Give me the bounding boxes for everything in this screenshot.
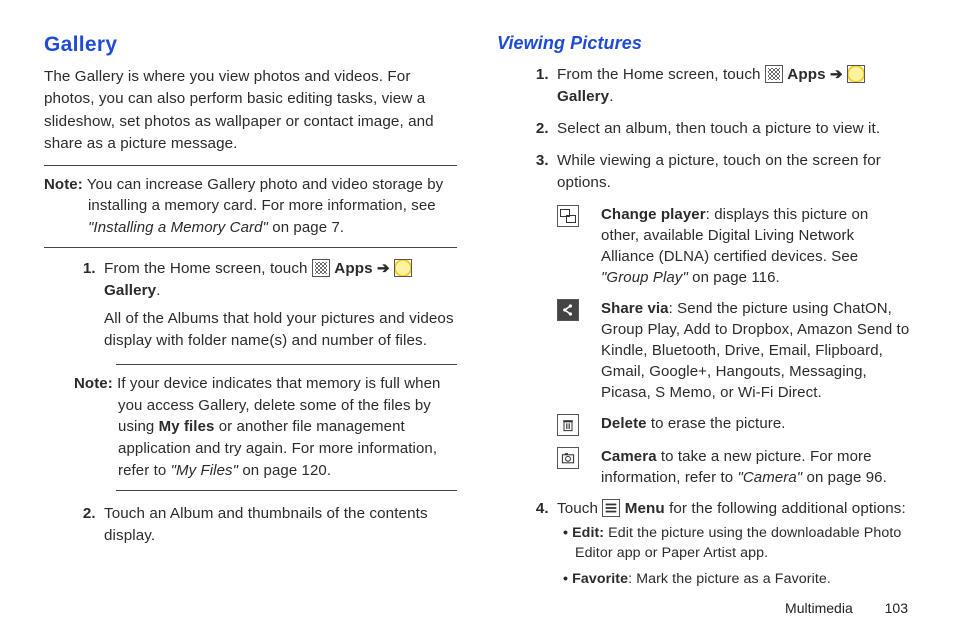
share-icon — [557, 299, 579, 321]
change-player-icon — [557, 205, 579, 227]
change-player-label: Change player — [601, 206, 706, 223]
gallery-step-2: Touch an Album and thumbnails of the con… — [100, 503, 457, 547]
camera-icon — [557, 447, 579, 469]
delete-label: Delete — [601, 415, 647, 432]
note-storage: Note: You can increase Gallery photo and… — [44, 165, 457, 248]
note-text-b: on page 7. — [268, 219, 344, 236]
apps-icon — [765, 65, 783, 83]
arrow-icon: ➔ — [377, 260, 394, 277]
edit-label: Edit: — [572, 525, 604, 541]
gallery-label: Gallery — [104, 282, 156, 299]
option-delete: Delete to erase the picture. — [557, 413, 910, 436]
menu-label: Menu — [625, 500, 665, 517]
note2-label: Note: — [74, 375, 113, 392]
menu-icon — [602, 499, 620, 517]
delete-text: to erase the picture. — [647, 415, 786, 432]
apps-label: Apps — [334, 260, 372, 277]
vstep1-text-a: From the Home screen, touch — [557, 66, 765, 83]
change-player-ref: "Group Play" — [601, 269, 688, 286]
view-step-2: Select an album, then touch a picture to… — [553, 118, 910, 140]
view-step-1: From the Home screen, touch Apps ➔ Galle… — [553, 64, 910, 108]
edit-text: Edit the picture using the downloadable … — [575, 525, 901, 561]
gallery-icon — [394, 259, 412, 277]
option-change-player: Change player: displays this picture on … — [557, 204, 910, 288]
option-camera: Camera to take a new picture. For more i… — [557, 446, 910, 488]
gallery-intro: The Gallery is where you view photos and… — [44, 66, 457, 154]
my-files-label: My files — [159, 418, 215, 435]
bullet-edit: Edit: Edit the picture using the downloa… — [561, 524, 910, 564]
step1-after: All of the Albums that hold your picture… — [104, 308, 457, 352]
footer-chapter: Multimedia — [785, 600, 853, 616]
note-memory-full: Note: If your device indicates that memo… — [116, 364, 457, 491]
footer-page-number: 103 — [885, 600, 908, 616]
apps-icon — [312, 259, 330, 277]
page-footer: Multimedia 103 — [0, 600, 954, 616]
option-share-via: Share via: Send the picture using ChatON… — [557, 298, 910, 403]
vstep4-text-b: for the following additional options: — [665, 500, 906, 517]
favorite-label: Favorite — [572, 571, 628, 587]
view-step-3: While viewing a picture, touch on the sc… — [553, 150, 910, 488]
favorite-text: : Mark the picture as a Favorite. — [628, 571, 831, 587]
note-text-a: You can increase Gallery photo and video… — [83, 176, 443, 215]
note-ref: "Installing a Memory Card" — [88, 219, 268, 236]
camera-text-c: on page 96. — [802, 469, 887, 486]
vstep4-text-a: Touch — [557, 500, 602, 517]
share-label: Share via — [601, 300, 669, 317]
view-step-4: Touch Menu for the following additional … — [553, 498, 910, 590]
note2-ref: "My Files" — [171, 462, 238, 479]
viewing-pictures-heading: Viewing Pictures — [497, 30, 910, 56]
note-label: Note: — [44, 176, 83, 193]
camera-label: Camera — [601, 448, 657, 465]
gallery-label: Gallery — [557, 88, 609, 105]
gallery-heading: Gallery — [44, 30, 457, 60]
camera-ref: "Camera" — [737, 469, 802, 486]
note2-text-c: on page 120. — [238, 462, 331, 479]
gallery-icon — [847, 65, 865, 83]
step1-text-a: From the Home screen, touch — [104, 260, 312, 277]
change-player-text-c: on page 116. — [688, 269, 780, 286]
apps-label: Apps — [787, 66, 825, 83]
vstep3-text: While viewing a picture, touch on the sc… — [557, 152, 881, 191]
gallery-step-1: From the Home screen, touch Apps ➔ Galle… — [100, 258, 457, 491]
trash-icon — [557, 414, 579, 436]
arrow-icon: ➔ — [830, 66, 847, 83]
bullet-favorite: Favorite: Mark the picture as a Favorite… — [561, 570, 910, 590]
